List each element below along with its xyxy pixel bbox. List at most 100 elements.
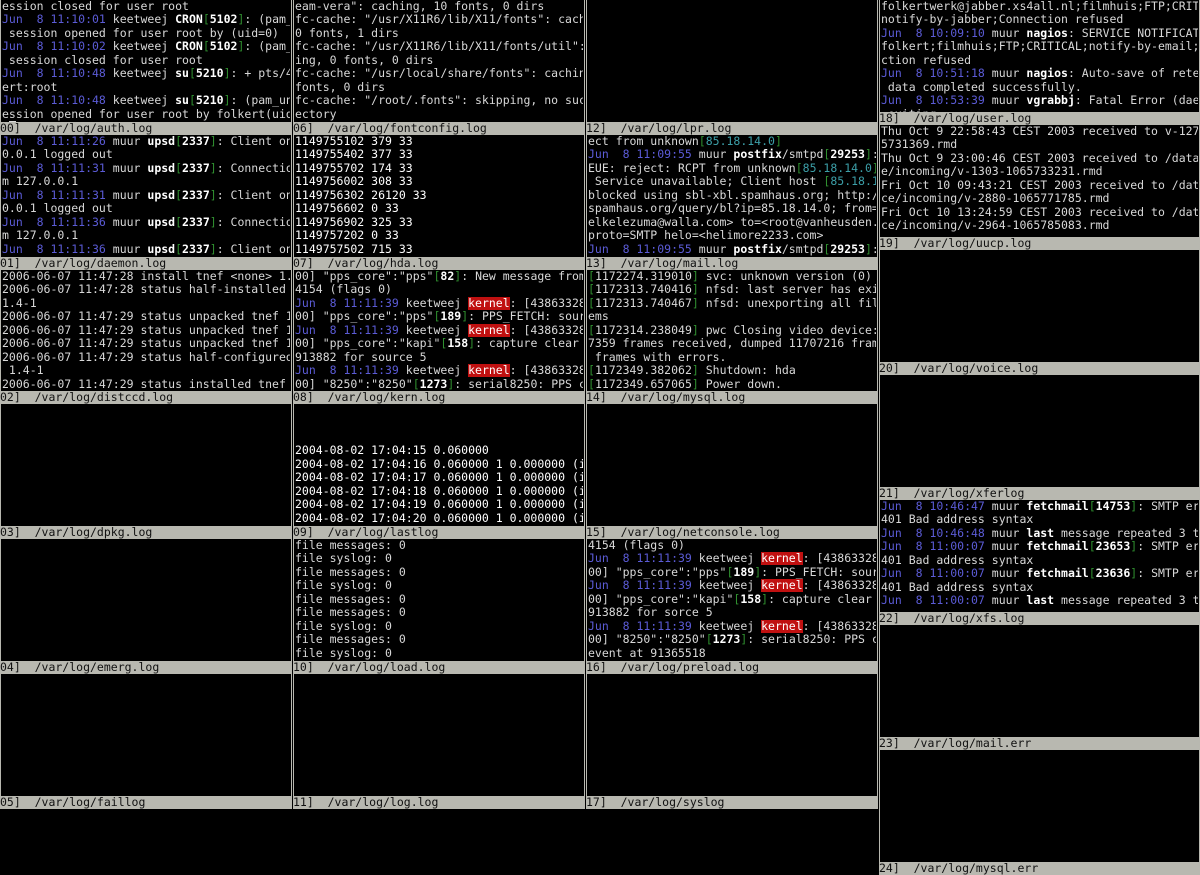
log-segment: 2004-08-02 17:04:17 0.060000 1 0.000000 … xyxy=(295,471,583,484)
log-segment: 1149756602 0 33 xyxy=(295,202,399,215)
log-pane-title-02[interactable]: 02] /var/log/distccd.log xyxy=(0,391,292,404)
log-pane-06[interactable]: eam-vera": caching, 10 fonts, 0 dirsfc-c… xyxy=(293,0,585,135)
log-pane-21[interactable]: 21] /var/log/xferlog xyxy=(879,375,1200,500)
log-segment: event at 91365518 xyxy=(588,647,706,660)
log-pane-title-07[interactable]: 07] /var/log/hda.log xyxy=(293,257,585,270)
log-pane-title-08[interactable]: 08] /var/log/kern.log xyxy=(293,391,585,404)
log-pane-title-23[interactable]: 23] /var/log/mail.err xyxy=(879,737,1200,750)
log-segment: ] xyxy=(692,324,699,337)
log-line-blank xyxy=(2,404,290,417)
log-segment: 2006-06-07 11:47:29 status half-configur… xyxy=(2,351,290,364)
log-pane-body-24 xyxy=(879,750,1200,862)
log-pane-title-10[interactable]: 10] /var/log/load.log xyxy=(293,661,585,674)
log-line: Jun 8 11:11:39 keetweej kernel: [4386332… xyxy=(295,297,583,310)
log-pane-24[interactable]: 24] /var/log/mysql.err xyxy=(879,750,1200,875)
log-segment: ] xyxy=(865,243,872,256)
log-pane-00[interactable]: ession closed for user rootJun 8 11:10:0… xyxy=(0,0,292,135)
log-segment: muur xyxy=(985,567,1027,580)
log-pane-17[interactable]: 17] /var/log/syslog xyxy=(586,674,878,809)
log-segment: 14753 xyxy=(1096,500,1131,513)
log-pane-title-11[interactable]: 11] /var/log/log.log xyxy=(293,796,585,809)
log-pane-title-01[interactable]: 01] /var/log/daemon.log xyxy=(0,257,292,270)
log-pane-11[interactable]: 11] /var/log/log.log xyxy=(293,674,585,809)
log-pane-02[interactable]: 2006-06-07 11:47:28 install tnef <none> … xyxy=(0,270,292,404)
log-pane-04[interactable]: 04] /var/log/emerg.log xyxy=(0,539,292,674)
log-pane-title-15[interactable]: 15] /var/log/netconsole.log xyxy=(586,526,878,539)
log-pane-title-21[interactable]: 21] /var/log/xferlog xyxy=(879,487,1200,500)
log-pane-title-00[interactable]: 00] /var/log/auth.log xyxy=(0,122,292,135)
log-segment: session opened for user root by (uid=0) xyxy=(2,27,279,40)
log-pane-title-20[interactable]: 20] /var/log/voice.log xyxy=(879,362,1200,375)
log-pane-01[interactable]: Jun 8 11:11:26 muur upsd[2337]: Client o… xyxy=(0,135,292,270)
log-line: 1149756902 325 33 xyxy=(295,216,583,229)
log-pane-body-01: Jun 8 11:11:26 muur upsd[2337]: Client o… xyxy=(0,135,292,257)
log-line: ession opened for user root by folkert(u… xyxy=(2,108,290,121)
log-segment: 00] "pps_core":"pps" xyxy=(588,566,726,579)
log-segment: /smtpd xyxy=(782,243,824,256)
log-pane-title-03[interactable]: 03] /var/log/dpkg.log xyxy=(0,526,292,539)
log-line-blank xyxy=(2,782,290,795)
log-pane-title-16[interactable]: 16] /var/log/preload.log xyxy=(586,661,878,674)
log-pane-title-24[interactable]: 24] /var/log/mysql.err xyxy=(879,862,1200,875)
log-pane-title-06[interactable]: 06] /var/log/fontconfig.log xyxy=(293,122,585,135)
log-line-blank xyxy=(588,67,876,80)
log-segment: ectory xyxy=(295,108,337,121)
log-pane-title-22[interactable]: 22] /var/log/xfs.log xyxy=(879,612,1200,625)
log-column-1: eam-vera": caching, 10 fonts, 0 dirsfc-c… xyxy=(293,0,585,801)
log-pane-16[interactable]: 4154 (flags 0)Jun 8 11:11:39 keetweej ke… xyxy=(586,539,878,674)
log-pane-13[interactable]: ect from unknown[85.18.14.0]Jun 8 11:09:… xyxy=(586,135,878,270)
log-segment: 2337 xyxy=(182,135,210,148)
log-segment: Jun 8 11:00:07 xyxy=(881,540,985,553)
log-pane-12[interactable]: 12] /var/log/lpr.log xyxy=(586,0,878,135)
log-pane-18[interactable]: folkertwerk@jabber.xs4all.nl;filmhuis;FT… xyxy=(879,0,1200,125)
log-line: [1172349.657065] Power down. xyxy=(588,378,876,391)
log-line-blank xyxy=(2,566,290,579)
log-pane-title-12[interactable]: 12] /var/log/lpr.log xyxy=(586,122,878,135)
log-pane-15[interactable]: 15] /var/log/netconsole.log xyxy=(586,404,878,539)
log-segment: [ xyxy=(588,378,595,391)
log-line: ing, 0 fonts, 0 dirs xyxy=(295,54,583,67)
log-pane-23[interactable]: 23] /var/log/mail.err xyxy=(879,625,1200,750)
log-pane-title-18[interactable]: 18] /var/log/user.log xyxy=(879,112,1200,125)
log-segment: CRON xyxy=(175,40,203,53)
log-pane-20[interactable]: 20] /var/log/voice.log xyxy=(879,250,1200,375)
log-pane-14[interactable]: [1172274.319010] svc: unknown version (0… xyxy=(586,270,878,404)
log-line-blank xyxy=(588,498,876,511)
log-segment: fc-cache: "/usr/local/share/fonts": cach… xyxy=(295,67,583,80)
log-line-blank xyxy=(881,388,1198,401)
log-pane-22[interactable]: Jun 8 10:46:47 muur fetchmail[14753]: SM… xyxy=(879,500,1200,625)
log-pane-19[interactable]: Thu Oct 9 22:58:43 CEST 2003 received to… xyxy=(879,125,1200,250)
log-pane-08[interactable]: 00] "pps_core":"pps"[82]: New message fr… xyxy=(293,270,585,404)
log-line: Jun 8 11:10:02 keetweej CRON[5102]: (pam… xyxy=(2,40,290,53)
log-pane-title-04[interactable]: 04] /var/log/emerg.log xyxy=(0,661,292,674)
log-segment: file syslog: 0 xyxy=(295,620,392,633)
log-pane-03[interactable]: 03] /var/log/dpkg.log xyxy=(0,404,292,539)
log-pane-title-17[interactable]: 17] /var/log/syslog xyxy=(586,796,878,809)
log-pane-title-09[interactable]: 09] /var/log/lastlog xyxy=(293,526,585,539)
log-pane-body-18: folkertwerk@jabber.xs4all.nl;filmhuis;FT… xyxy=(879,0,1200,112)
log-segment: muur xyxy=(985,594,1027,607)
log-segment: 7359 frames received, dumped 11707216 fr… xyxy=(588,337,876,350)
log-pane-title-14[interactable]: 14] /var/log/mysql.log xyxy=(586,391,878,404)
log-line: 0 fonts, 1 dirs xyxy=(295,27,583,40)
log-line: file syslog: 0 xyxy=(295,552,583,565)
log-line: Jun 8 11:00:07 muur last message repeate… xyxy=(881,594,1198,607)
log-segment: [ xyxy=(175,135,182,148)
log-pane-title-05[interactable]: 05] /var/log/faillog xyxy=(0,796,292,809)
log-line-blank xyxy=(2,579,290,592)
log-pane-05[interactable]: 05] /var/log/faillog xyxy=(0,674,292,809)
log-line: 1149755102 379 33 xyxy=(295,135,583,148)
log-segment: /smtpd xyxy=(782,148,824,161)
log-line: blocked using sbl-xbl.spamhaus.org; http… xyxy=(588,189,876,202)
log-pane-title-19[interactable]: 19] /var/log/uucp.log xyxy=(879,237,1200,250)
log-pane-07[interactable]: 1149755102 379 331149755402 377 33114975… xyxy=(293,135,585,270)
log-pane-body-11 xyxy=(293,674,585,796)
log-pane-09[interactable]: 2004-08-02 17:04:15 0.0600002004-08-02 1… xyxy=(293,404,585,539)
log-segment: [ xyxy=(588,270,595,283)
log-line: [1172313.740416] nfsd: last server has e… xyxy=(588,283,876,296)
log-pane-title-13[interactable]: 13] /var/log/mail.log xyxy=(586,257,878,270)
log-pane-10[interactable]: file messages: 0file syslog: 0file messa… xyxy=(293,539,585,674)
log-segment: ] xyxy=(796,256,803,257)
log-segment: ] xyxy=(692,283,699,296)
log-line: 1149757502 715 33 xyxy=(295,243,583,256)
